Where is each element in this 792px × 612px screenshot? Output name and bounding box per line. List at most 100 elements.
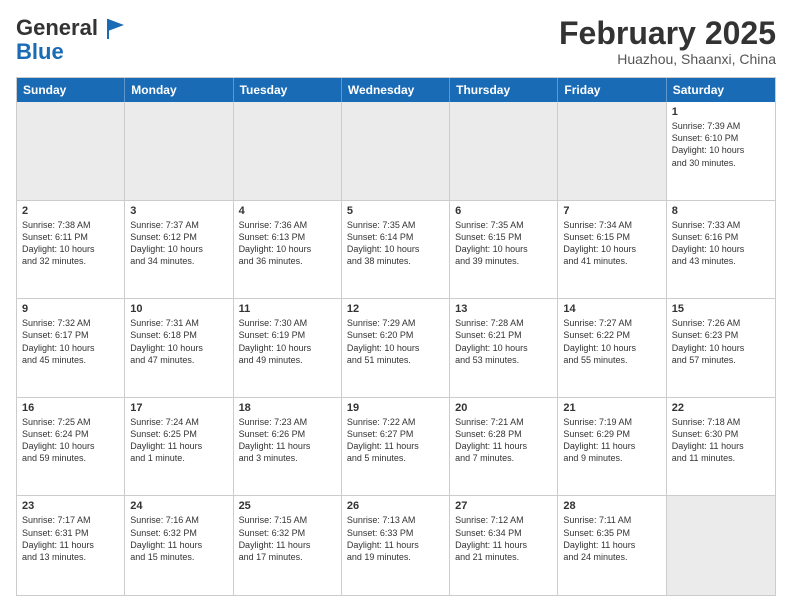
day-info: Sunrise: 7:26 AM Sunset: 6:23 PM Dayligh… [672,317,770,366]
day-info: Sunrise: 7:35 AM Sunset: 6:15 PM Dayligh… [455,219,552,268]
day-info: Sunrise: 7:35 AM Sunset: 6:14 PM Dayligh… [347,219,444,268]
calendar-row-2: 2 Sunrise: 7:38 AM Sunset: 6:11 PM Daylig… [17,201,775,300]
calendar-cell-w5-d2: 24 Sunrise: 7:16 AM Sunset: 6:32 PM Dayli… [125,496,233,595]
month-title: February 2025 [559,16,776,51]
day-info: Sunrise: 7:34 AM Sunset: 6:15 PM Dayligh… [563,219,660,268]
calendar-row-4: 16Sunrise: 7:25 AM Sunset: 6:24 PM Dayli… [17,398,775,497]
day-info: Sunrise: 7:19 AM Sunset: 6:29 PM Dayligh… [563,416,660,465]
day-number: 1 [672,106,770,118]
day-info: Sunrise: 7:28 AM Sunset: 6:21 PM Dayligh… [455,317,552,366]
logo-flag-icon [106,17,130,41]
logo-general: General [16,15,98,40]
day-info: Sunrise: 7:30 AM Sunset: 6:19 PM Dayligh… [239,317,336,366]
calendar-cell-w2-d4: 5 Sunrise: 7:35 AM Sunset: 6:14 PM Daylig… [342,201,450,299]
day-number: 8 [672,205,770,217]
day-number: 17 [130,402,227,414]
logo: General Blue [16,16,130,65]
calendar-cell-w1-d7: 1 Sunrise: 7:39 AM Sunset: 6:10 PM Daylig… [667,102,775,200]
calendar-cell-w4-d4: 19Sunrise: 7:22 AM Sunset: 6:27 PM Dayli… [342,398,450,496]
day-number: 13 [455,303,552,315]
calendar-cell-w2-d1: 2 Sunrise: 7:38 AM Sunset: 6:11 PM Daylig… [17,201,125,299]
day-number: 24 [130,500,227,512]
header-friday: Friday [558,78,666,102]
day-number: 20 [455,402,552,414]
calendar-cell-w3-d7: 15 Sunrise: 7:26 AM Sunset: 6:23 PM Dayli… [667,299,775,397]
day-info: Sunrise: 7:31 AM Sunset: 6:18 PM Dayligh… [130,317,227,366]
calendar-cell-w1-d2 [125,102,233,200]
calendar-cell-w3-d4: 12Sunrise: 7:29 AM Sunset: 6:20 PM Dayli… [342,299,450,397]
day-number: 23 [22,500,119,512]
day-info: Sunrise: 7:25 AM Sunset: 6:24 PM Dayligh… [22,416,119,465]
day-number: 7 [563,205,660,217]
day-info: Sunrise: 7:33 AM Sunset: 6:16 PM Dayligh… [672,219,770,268]
header-saturday: Saturday [667,78,775,102]
title-section: February 2025 Huazhou, Shaanxi, China [559,16,776,67]
day-number: 10 [130,303,227,315]
day-info: Sunrise: 7:38 AM Sunset: 6:11 PM Dayligh… [22,219,119,268]
day-number: 3 [130,205,227,217]
calendar-cell-w1-d1 [17,102,125,200]
calendar-cell-w2-d7: 8 Sunrise: 7:33 AM Sunset: 6:16 PM Daylig… [667,201,775,299]
header-monday: Monday [125,78,233,102]
day-number: 25 [239,500,336,512]
calendar-cell-w1-d6 [558,102,666,200]
calendar-cell-w5-d1: 23 Sunrise: 7:17 AM Sunset: 6:31 PM Dayli… [17,496,125,595]
calendar-cell-w2-d3: 4 Sunrise: 7:36 AM Sunset: 6:13 PM Daylig… [234,201,342,299]
day-number: 6 [455,205,552,217]
calendar-cell-w2-d6: 7 Sunrise: 7:34 AM Sunset: 6:15 PM Daylig… [558,201,666,299]
day-info: Sunrise: 7:24 AM Sunset: 6:25 PM Dayligh… [130,416,227,465]
header: General Blue February 2025 Huazhou, Shaa… [16,16,776,67]
calendar-cell-w4-d5: 20 Sunrise: 7:21 AM Sunset: 6:28 PM Dayli… [450,398,558,496]
day-number: 11 [239,303,336,315]
header-wednesday: Wednesday [342,78,450,102]
calendar-cell-w3-d6: 14 Sunrise: 7:27 AM Sunset: 6:22 PM Dayli… [558,299,666,397]
day-number: 19 [347,402,444,414]
day-info: Sunrise: 7:27 AM Sunset: 6:22 PM Dayligh… [563,317,660,366]
calendar-cell-w3-d3: 11 Sunrise: 7:30 AM Sunset: 6:19 PM Dayli… [234,299,342,397]
header-tuesday: Tuesday [234,78,342,102]
day-info: Sunrise: 7:39 AM Sunset: 6:10 PM Dayligh… [672,120,770,169]
day-info: Sunrise: 7:15 AM Sunset: 6:32 PM Dayligh… [239,514,336,563]
header-sunday: Sunday [17,78,125,102]
calendar-cell-w2-d5: 6 Sunrise: 7:35 AM Sunset: 6:15 PM Daylig… [450,201,558,299]
day-number: 14 [563,303,660,315]
calendar-cell-w5-d4: 26 Sunrise: 7:13 AM Sunset: 6:33 PM Dayli… [342,496,450,595]
calendar-cell-w2-d2: 3 Sunrise: 7:37 AM Sunset: 6:12 PM Daylig… [125,201,233,299]
day-number: 15 [672,303,770,315]
calendar: Sunday Monday Tuesday Wednesday Thursday… [16,77,776,596]
calendar-cell-w3-d5: 13 Sunrise: 7:28 AM Sunset: 6:21 PM Dayli… [450,299,558,397]
day-info: Sunrise: 7:37 AM Sunset: 6:12 PM Dayligh… [130,219,227,268]
day-number: 26 [347,500,444,512]
day-number: 4 [239,205,336,217]
day-info: Sunrise: 7:36 AM Sunset: 6:13 PM Dayligh… [239,219,336,268]
calendar-cell-w4-d3: 18 Sunrise: 7:23 AM Sunset: 6:26 PM Dayli… [234,398,342,496]
day-info: Sunrise: 7:13 AM Sunset: 6:33 PM Dayligh… [347,514,444,563]
location: Huazhou, Shaanxi, China [559,51,776,67]
header-thursday: Thursday [450,78,558,102]
day-info: Sunrise: 7:21 AM Sunset: 6:28 PM Dayligh… [455,416,552,465]
calendar-cell-w5-d7 [667,496,775,595]
day-number: 18 [239,402,336,414]
day-number: 2 [22,205,119,217]
day-info: Sunrise: 7:23 AM Sunset: 6:26 PM Dayligh… [239,416,336,465]
day-number: 21 [563,402,660,414]
calendar-cell-w3-d2: 10 Sunrise: 7:31 AM Sunset: 6:18 PM Dayli… [125,299,233,397]
day-info: Sunrise: 7:16 AM Sunset: 6:32 PM Dayligh… [130,514,227,563]
page: General Blue February 2025 Huazhou, Shaa… [0,0,792,612]
day-info: Sunrise: 7:17 AM Sunset: 6:31 PM Dayligh… [22,514,119,563]
day-info: Sunrise: 7:32 AM Sunset: 6:17 PM Dayligh… [22,317,119,366]
day-info: Sunrise: 7:12 AM Sunset: 6:34 PM Dayligh… [455,514,552,563]
day-info: Sunrise: 7:11 AM Sunset: 6:35 PM Dayligh… [563,514,660,563]
calendar-cell-w1-d4 [342,102,450,200]
calendar-cell-w4-d2: 17 Sunrise: 7:24 AM Sunset: 6:25 PM Dayli… [125,398,233,496]
day-info: Sunrise: 7:18 AM Sunset: 6:30 PM Dayligh… [672,416,770,465]
calendar-row-3: 9Sunrise: 7:32 AM Sunset: 6:17 PM Daylig… [17,299,775,398]
calendar-cell-w4-d1: 16Sunrise: 7:25 AM Sunset: 6:24 PM Dayli… [17,398,125,496]
calendar-row-1: 1 Sunrise: 7:39 AM Sunset: 6:10 PM Daylig… [17,102,775,201]
calendar-header: Sunday Monday Tuesday Wednesday Thursday… [17,78,775,102]
calendar-cell-w5-d6: 28Sunrise: 7:11 AM Sunset: 6:35 PM Dayli… [558,496,666,595]
day-number: 5 [347,205,444,217]
day-number: 27 [455,500,552,512]
calendar-body: 1 Sunrise: 7:39 AM Sunset: 6:10 PM Daylig… [17,102,775,595]
day-info: Sunrise: 7:29 AM Sunset: 6:20 PM Dayligh… [347,317,444,366]
